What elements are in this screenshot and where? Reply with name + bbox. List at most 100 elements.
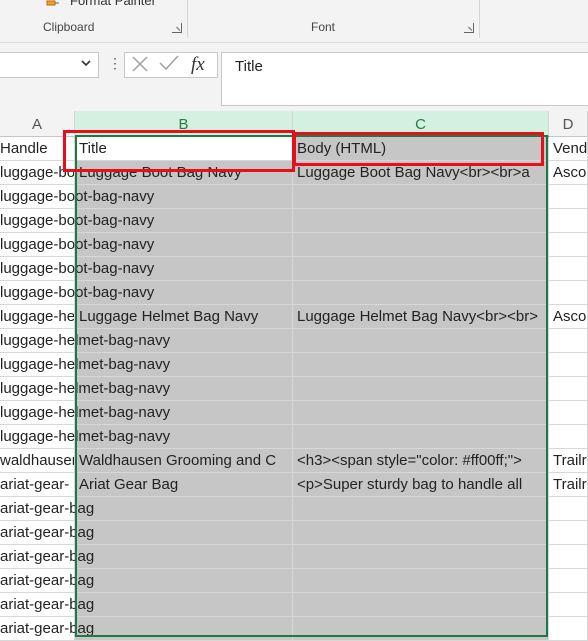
table-row: waldhausen Waldhausen Grooming and C <h3><… xyxy=(0,449,588,473)
table-row: luggage-boot-bag-navyLuggage Boot Bag Na… xyxy=(0,161,588,185)
ribbon: Format Painter Clipboard Font xyxy=(0,0,588,43)
cell-handle[interactable]: ariat-gear-bag xyxy=(0,569,94,593)
cell-body[interactable]: <p>Super sturdy bag to handle all xyxy=(293,473,549,497)
cell-handle[interactable]: ariat-gear- xyxy=(0,473,75,497)
insert-function-button[interactable]: fx xyxy=(191,54,205,76)
cell-body[interactable] xyxy=(293,593,549,617)
cell-handle[interactable]: luggage-boot-bag-navy xyxy=(0,233,154,257)
cell-vendor[interactable] xyxy=(549,281,588,305)
column-header-d[interactable]: D xyxy=(549,111,588,137)
cell-body[interactable] xyxy=(293,521,549,545)
cell-title[interactable]: Luggage Helmet Bag Navy xyxy=(75,305,293,329)
cell-vendor[interactable] xyxy=(549,185,588,209)
name-box[interactable] xyxy=(0,52,99,78)
cell-handle[interactable]: luggage-boot-bag-navy xyxy=(0,281,154,305)
cell-body[interactable] xyxy=(293,377,549,401)
cell-handle[interactable]: ariat-gear-bag xyxy=(0,617,94,641)
cell-vendor[interactable] xyxy=(549,401,588,425)
cell-body-header[interactable]: Body (HTML) xyxy=(293,137,549,161)
formula-input[interactable]: Title xyxy=(221,52,588,106)
cell-handle-header[interactable]: Handle xyxy=(0,137,75,161)
cell-handle[interactable]: waldhausen xyxy=(0,449,75,473)
clipboard-group: Clipboard xyxy=(0,0,187,42)
cell-title[interactable] xyxy=(75,545,293,569)
table-row: luggage-boot-bag-navy xyxy=(0,185,588,209)
cell-title[interactable]: Waldhausen Grooming and C xyxy=(75,449,293,473)
cell-vendor[interactable] xyxy=(549,209,588,233)
table-row: luggage-helmet-bag-navy xyxy=(0,401,588,425)
cell-body[interactable] xyxy=(293,209,549,233)
cell-title[interactable]: Luggage Boot Bag Navy xyxy=(75,161,293,185)
cell-vendor-header[interactable]: Vend xyxy=(549,137,588,161)
column-header-a[interactable]: A xyxy=(0,111,75,137)
cell-handle[interactable]: luggage-helmet-bag-navy xyxy=(0,305,75,329)
cell-body[interactable]: Luggage Boot Bag Navy<br><br>a xyxy=(293,161,549,185)
cell-body[interactable] xyxy=(293,281,549,305)
cell-vendor[interactable]: Trailr xyxy=(549,449,588,473)
cell-vendor[interactable]: Asco xyxy=(549,305,588,329)
cell-body[interactable] xyxy=(293,329,549,353)
cell-body[interactable] xyxy=(293,257,549,281)
clipboard-launcher-icon[interactable] xyxy=(172,23,182,33)
check-icon[interactable] xyxy=(159,54,179,78)
header-row: Handle Title Body (HTML) Vend xyxy=(0,137,588,161)
cell-vendor[interactable] xyxy=(549,353,588,377)
cell-vendor[interactable] xyxy=(549,377,588,401)
cell-vendor[interactable] xyxy=(549,545,588,569)
cell-handle[interactable]: luggage-helmet-bag-navy xyxy=(0,377,170,401)
cell-handle[interactable]: ariat-gear-bag xyxy=(0,497,94,521)
cell-title[interactable] xyxy=(75,521,293,545)
font-group-label: Font xyxy=(311,20,336,34)
cell-body[interactable] xyxy=(293,569,549,593)
cell-body[interactable]: <h3><span style="color: #ff00ff;"> xyxy=(293,449,549,473)
cell-vendor[interactable] xyxy=(549,233,588,257)
table-row: luggage-helmet-bag-navyLuggage Helmet Ba… xyxy=(0,305,588,329)
table-row: luggage-helmet-bag-navy xyxy=(0,353,588,377)
cell-body[interactable] xyxy=(293,617,549,641)
cell-title[interactable] xyxy=(75,569,293,593)
cell-vendor[interactable] xyxy=(549,521,588,545)
chevron-down-icon[interactable] xyxy=(80,57,92,72)
cell-vendor[interactable] xyxy=(549,425,588,449)
cell-body[interactable] xyxy=(293,497,549,521)
cell-handle[interactable]: luggage-helmet-bag-navy xyxy=(0,329,170,353)
cell-handle[interactable]: luggage-helmet-bag-navy xyxy=(0,401,170,425)
worksheet-grid[interactable]: A B C D Handle Title Body (HTML) Vend lu… xyxy=(0,111,588,641)
cell-handle[interactable]: luggage-boot-bag-navy xyxy=(0,161,75,185)
font-launcher-icon[interactable] xyxy=(464,23,474,33)
cell-title[interactable] xyxy=(75,593,293,617)
cell-handle[interactable]: luggage-boot-bag-navy xyxy=(0,209,154,233)
cell-vendor[interactable] xyxy=(549,497,588,521)
cell-handle[interactable]: luggage-helmet-bag-navy xyxy=(0,353,170,377)
cell-vendor[interactable] xyxy=(549,257,588,281)
cell-vendor[interactable] xyxy=(549,329,588,353)
cell-vendor[interactable] xyxy=(549,569,588,593)
cell-handle[interactable]: ariat-gear-bag xyxy=(0,545,94,569)
table-row: luggage-helmet-bag-navy xyxy=(0,425,588,449)
table-row: luggage-helmet-bag-navy xyxy=(0,329,588,353)
cell-title[interactable] xyxy=(75,497,293,521)
cell-body[interactable]: Luggage Helmet Bag Navy<br><br> xyxy=(293,305,549,329)
cell-handle[interactable]: luggage-boot-bag-navy xyxy=(0,185,154,209)
cell-body[interactable] xyxy=(293,425,549,449)
cell-body[interactable] xyxy=(293,233,549,257)
column-header-b[interactable]: B xyxy=(75,111,293,137)
cell-handle[interactable]: ariat-gear-bag xyxy=(0,593,94,617)
cell-vendor[interactable] xyxy=(549,593,588,617)
cell-body[interactable] xyxy=(293,545,549,569)
cell-vendor[interactable] xyxy=(549,617,588,641)
cell-handle[interactable]: luggage-helmet-bag-navy xyxy=(0,425,170,449)
cell-handle[interactable]: luggage-boot-bag-navy xyxy=(0,257,154,281)
cell-body[interactable] xyxy=(293,185,549,209)
cell-title-header[interactable]: Title xyxy=(75,137,293,161)
cell-body[interactable] xyxy=(293,353,549,377)
column-header-c[interactable]: C xyxy=(293,111,549,137)
close-icon[interactable] xyxy=(131,55,149,79)
cell-title[interactable]: Ariat Gear Bag xyxy=(75,473,293,497)
cell-vendor[interactable]: Trailr xyxy=(549,473,588,497)
cell-vendor[interactable]: Asco xyxy=(549,161,588,185)
cell-handle[interactable]: ariat-gear-bag xyxy=(0,521,94,545)
cell-title[interactable] xyxy=(75,617,293,641)
cell-body[interactable] xyxy=(293,401,549,425)
more-options-icon[interactable]: ⋮ xyxy=(108,55,122,72)
